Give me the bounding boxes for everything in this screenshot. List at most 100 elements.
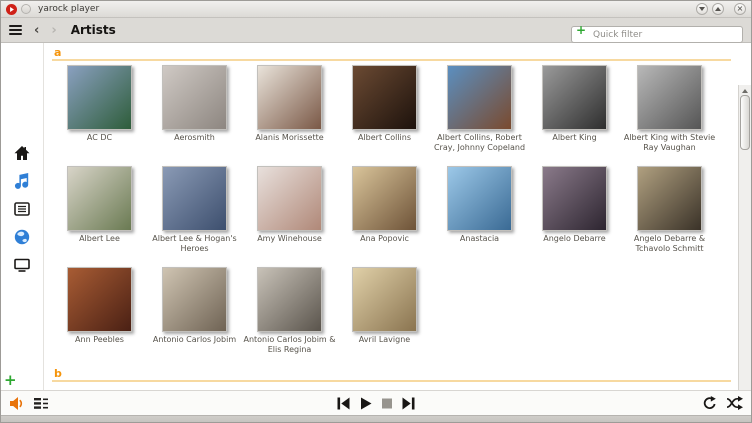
artist-item[interactable]: Angelo Debarre & Tchavolo Schmitt	[622, 166, 717, 267]
artist-name: Albert Lee	[53, 234, 146, 244]
artist-name: Avril Lavigne	[338, 335, 431, 345]
artist-item[interactable]: Avril Lavigne	[337, 267, 432, 368]
artist-item[interactable]: Albert Lee & Hogan's Heroes	[147, 166, 242, 267]
artist-photo[interactable]	[257, 65, 322, 130]
artist-photo[interactable]	[352, 65, 417, 130]
page-title: Artists	[71, 23, 116, 37]
artist-item[interactable]: Antonio Carlos Jobim & Elis Regina	[242, 267, 337, 368]
artist-name: Albert Collins	[338, 133, 431, 143]
artist-name: Albert Collins, Robert Cray, Johnny Cope…	[433, 133, 526, 152]
artist-item[interactable]: Albert Collins	[337, 65, 432, 166]
toolbar: ‹ › Artists +	[1, 18, 751, 43]
repeat-icon[interactable]	[701, 396, 716, 410]
chevron-down-icon	[699, 7, 705, 11]
quick-filter: +	[571, 22, 743, 39]
artist-item[interactable]: Ann Peebles	[52, 267, 147, 368]
artist-item[interactable]: Anastacia	[432, 166, 527, 267]
artist-name: Anastacia	[433, 234, 526, 244]
scrollbar[interactable]	[738, 85, 751, 423]
artist-photo[interactable]	[162, 65, 227, 130]
scrollbar-thumb[interactable]	[740, 95, 750, 150]
home-icon[interactable]	[13, 143, 32, 162]
artist-photo[interactable]	[352, 166, 417, 231]
filter-add-icon[interactable]: +	[576, 23, 586, 38]
section-header: a	[52, 47, 738, 61]
window-title: yarock player	[38, 4, 99, 14]
web-radio-icon[interactable]	[13, 227, 32, 246]
artist-name: Albert Lee & Hogan's Heroes	[148, 234, 241, 253]
artist-item[interactable]: Amy Winehouse	[242, 166, 337, 267]
sidebar	[1, 43, 44, 390]
artist-name: Amy Winehouse	[243, 234, 336, 244]
play-button[interactable]	[360, 397, 373, 410]
window-menu-icon[interactable]	[21, 4, 31, 14]
artist-photo[interactable]	[257, 267, 322, 332]
artist-photo[interactable]	[352, 267, 417, 332]
artist-photo[interactable]	[162, 267, 227, 332]
artist-photo[interactable]	[542, 166, 607, 231]
artist-item[interactable]: Albert Collins, Robert Cray, Johnny Cope…	[432, 65, 527, 166]
transport-controls	[337, 397, 416, 410]
artist-photo[interactable]	[162, 166, 227, 231]
section-letter: a	[54, 47, 738, 58]
shuffle-icon[interactable]	[727, 396, 743, 410]
chevron-up-icon	[715, 7, 721, 11]
scroll-up-icon[interactable]	[742, 89, 748, 93]
artist-name: Alanis Morissette	[243, 133, 336, 143]
section-underline	[52, 380, 731, 382]
artist-grid: AC DCAerosmithAlanis MorissetteAlbert Co…	[52, 65, 722, 368]
section-letter: b	[54, 368, 738, 379]
artist-name: Albert King	[528, 133, 621, 143]
maximize-button[interactable]	[712, 3, 724, 15]
artist-photo[interactable]	[67, 267, 132, 332]
artist-photo[interactable]	[447, 65, 512, 130]
artist-name: Angelo Debarre	[528, 234, 621, 244]
artist-name: Angelo Debarre & Tchavolo Schmitt	[623, 234, 716, 253]
play-queue-icon[interactable]	[34, 397, 49, 410]
artist-photo[interactable]	[257, 166, 322, 231]
previous-button[interactable]	[337, 397, 351, 410]
close-button[interactable]: ×	[734, 3, 746, 15]
music-collection-icon[interactable]	[13, 171, 32, 190]
next-button[interactable]	[402, 397, 416, 410]
quick-filter-input[interactable]	[571, 26, 743, 43]
artist-photo[interactable]	[637, 65, 702, 130]
menu-icon[interactable]	[9, 25, 22, 35]
back-button[interactable]: ‹	[34, 24, 39, 37]
artist-item[interactable]: Albert Lee	[52, 166, 147, 267]
artist-name: Albert King with Stevie Ray Vaughan	[623, 133, 716, 152]
artist-name: AC DC	[53, 133, 146, 143]
artist-item[interactable]: Aerosmith	[147, 65, 242, 166]
computer-icon[interactable]	[13, 255, 32, 274]
artist-item[interactable]: Alanis Morissette	[242, 65, 337, 166]
artist-photo[interactable]	[542, 65, 607, 130]
main-area: + aAC DCAerosmithAlanis MorissetteAlbert…	[1, 43, 751, 390]
artist-name: Antonio Carlos Jobim & Elis Regina	[243, 335, 336, 354]
window-bottom-frame	[1, 415, 751, 423]
content-sections: aAC DCAerosmithAlanis MorissetteAlbert C…	[45, 43, 738, 390]
volume-icon[interactable]	[9, 396, 25, 411]
artist-name: Ana Popovic	[338, 234, 431, 244]
stop-button[interactable]	[382, 398, 393, 409]
artist-photo[interactable]	[67, 166, 132, 231]
player-bar	[1, 390, 751, 415]
section-underline	[52, 59, 731, 61]
forward-button[interactable]: ›	[51, 24, 56, 37]
artist-item[interactable]: Antonio Carlos Jobim	[147, 267, 242, 368]
titlebar: yarock player ×	[1, 1, 751, 18]
section-header: b	[52, 368, 738, 382]
minimize-button[interactable]	[696, 3, 708, 15]
artist-item[interactable]: Albert King	[527, 65, 622, 166]
artist-item[interactable]: Ana Popovic	[337, 166, 432, 267]
artist-item[interactable]: Albert King with Stevie Ray Vaughan	[622, 65, 717, 166]
artist-photo[interactable]	[447, 166, 512, 231]
artist-item[interactable]: AC DC	[52, 65, 147, 166]
artist-photo[interactable]	[637, 166, 702, 231]
add-source-button[interactable]: +	[4, 373, 17, 388]
app-window: yarock player × ‹ › Artists +	[0, 0, 752, 423]
playlists-icon[interactable]	[13, 199, 32, 218]
artist-item[interactable]: Angelo Debarre	[527, 166, 622, 267]
yarock-logo-icon	[6, 4, 17, 15]
artist-name: Ann Peebles	[53, 335, 146, 345]
artist-photo[interactable]	[67, 65, 132, 130]
